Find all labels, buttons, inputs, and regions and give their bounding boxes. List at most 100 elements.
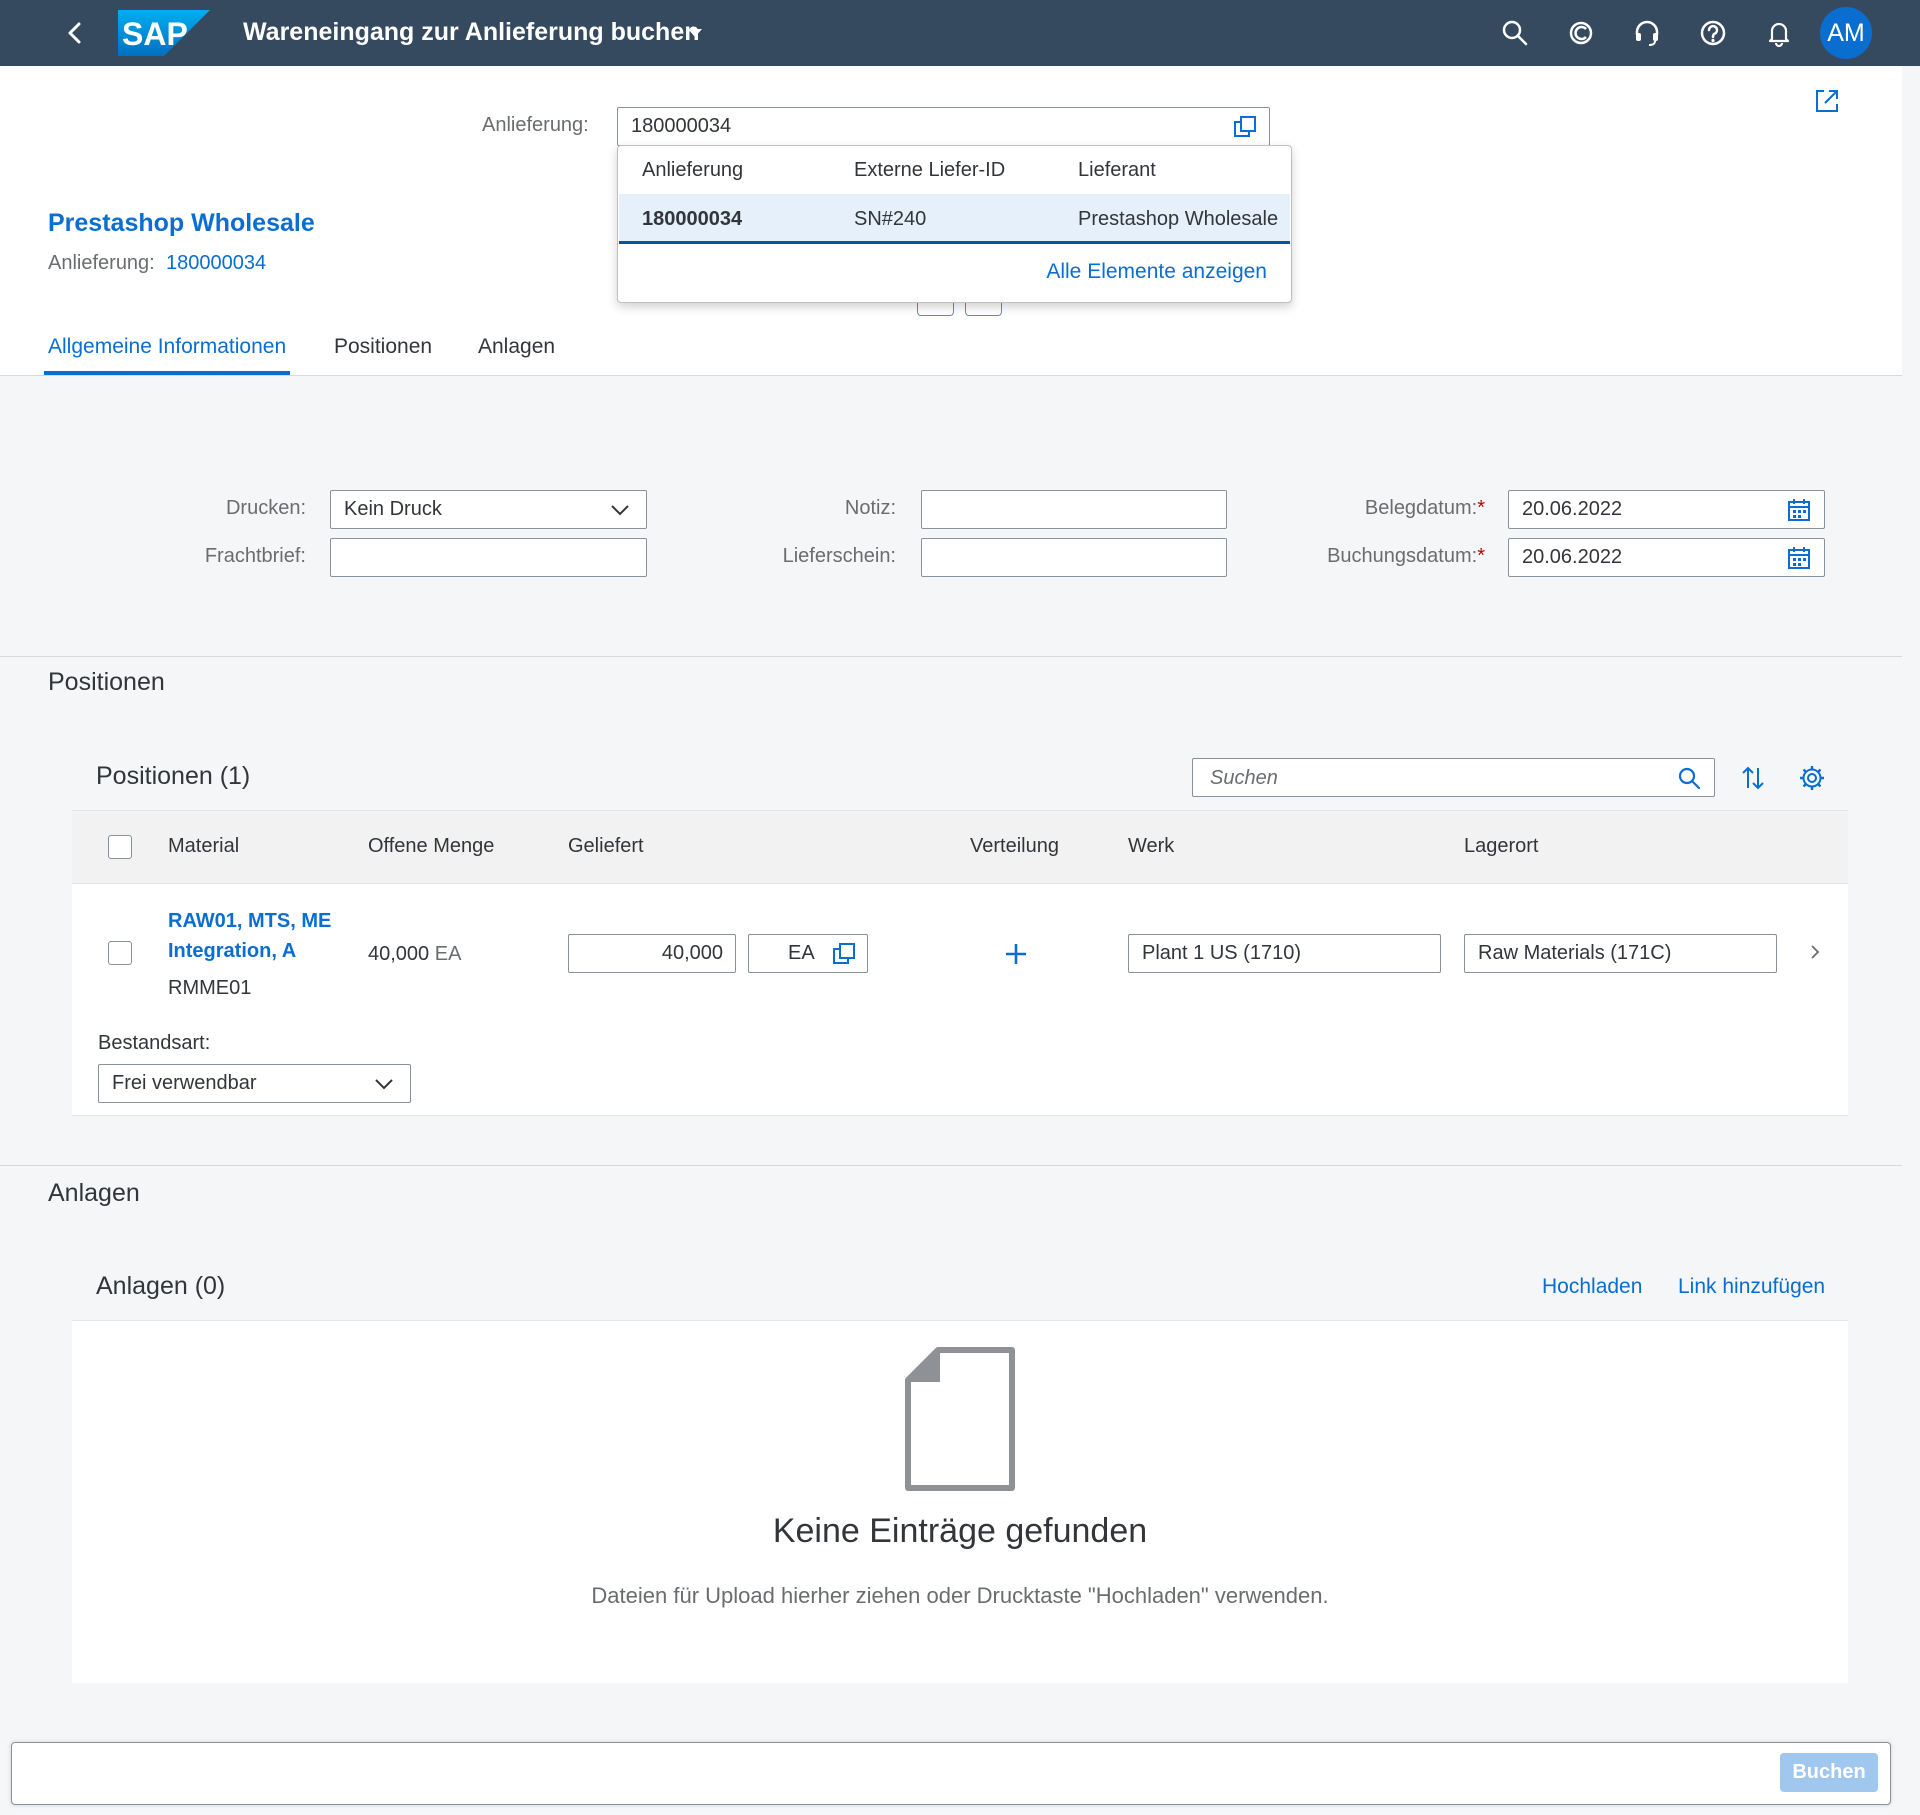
select-all-checkbox[interactable] [108,835,132,859]
drucken-value: Kein Druck [344,498,442,520]
belegdatum-label-text: Belegdatum: [1364,497,1478,519]
suggestion-column-anlieferung: Anlieferung [642,159,744,181]
user-avatar[interactable]: AM [1820,7,1872,59]
section-divider [0,1165,1902,1166]
help-icon[interactable] [1697,17,1729,49]
buchungsdatum-datepicker[interactable]: 20.06.2022 [1508,538,1825,577]
offene-menge-value: 40,000 [368,943,430,965]
bell-icon[interactable] [1763,17,1795,49]
shell-bar: SAP Wareneingang zur Anlieferung buchen … [0,0,1920,66]
anlieferung-input-value: 180000034 [631,115,732,137]
sap-logo[interactable]: SAP [118,10,210,56]
empty-state-text: Dateien für Upload hierher ziehen oder D… [591,1583,1329,1608]
offene-menge-unit: EA [434,943,462,965]
material-link[interactable]: RAW01, MTS, ME Integration, A [168,906,368,966]
sap-logo-text: SAP [122,16,188,52]
add-distribution-icon[interactable] [1002,940,1030,968]
settings-gear-icon[interactable] [1798,764,1826,792]
suggestion-column-externe-liefer-id: Externe Liefer-ID [854,159,1006,181]
chevron-down-icon[interactable] [609,499,631,521]
calendar-icon[interactable] [1786,545,1812,571]
section-divider [0,656,1902,657]
search-icon[interactable] [1499,17,1531,49]
tab-anlagen[interactable]: Anlagen [478,335,555,359]
sort-icon[interactable] [1739,764,1767,792]
show-all-link[interactable]: Alle Elemente anzeigen [1046,260,1267,284]
section-title-anlagen: Anlagen [48,1179,140,1207]
caret-down-icon[interactable] [684,22,706,44]
column-werk: Werk [1128,835,1175,857]
calendar-icon[interactable] [1786,497,1812,523]
tab-positionen[interactable]: Positionen [334,335,432,359]
drucken-label: Drucken: [225,497,306,519]
search-placeholder: Suchen [1210,767,1278,789]
anlieferung-label: Anlieferung: [482,114,589,136]
lieferschein-label: Lieferschein: [782,545,896,567]
suggestion-lieferant: Prestashop Wholesale [1078,208,1279,230]
required-mark: * [1477,497,1485,519]
anlieferung-input[interactable]: 180000034 [617,107,1270,146]
buchungsdatum-label-text: Buchungsdatum: [1327,545,1478,567]
lagerort-value: Raw Materials (171C) [1478,942,1672,964]
suggestion-column-lieferant: Lieferant [1078,159,1156,181]
share-icon[interactable] [1812,86,1842,116]
einheit-value: EA [788,942,815,964]
value-help-icon[interactable] [831,941,857,967]
werk-input[interactable]: Plant 1 US (1710) [1128,934,1441,973]
headset-icon[interactable] [1631,17,1663,49]
active-tab-indicator [44,371,290,375]
value-help-icon[interactable] [1232,114,1258,140]
column-lagerort: Lagerort [1464,835,1539,857]
lagerort-input[interactable]: Raw Materials (171C) [1464,934,1777,973]
buchungsdatum-label: Buchungsdatum:* [1300,545,1485,568]
werk-value: Plant 1 US (1710) [1142,942,1301,964]
footer-toolbar: Buchen [11,1742,1891,1805]
search-icon[interactable] [1676,765,1702,791]
section-title-positionen: Positionen [48,668,165,696]
suggestion-row[interactable]: 180000034 SN#240 Prestashop Wholesale [619,194,1290,244]
lieferschein-input[interactable] [921,538,1227,577]
object-subtitle-label: Anlieferung: [48,252,155,274]
material-name-line1: RAW01, MTS, ME [168,910,332,932]
notiz-input[interactable] [921,490,1227,529]
row-navigation-chevron-icon[interactable] [1805,942,1825,962]
suggestion-externe-id: SN#240 [854,208,927,230]
offene-menge: 40,000 EA [368,943,461,966]
object-title: Prestashop Wholesale [48,209,315,237]
belegdatum-label: Belegdatum:* [1300,497,1485,520]
row-checkbox[interactable] [108,941,132,965]
add-link-button[interactable]: Link hinzufügen [1678,1275,1825,1299]
column-geliefert: Geliefert [568,835,644,857]
table-title-positionen: Positionen (1) [96,762,251,790]
back-icon[interactable] [60,18,90,48]
column-verteilung: Verteilung [970,835,1059,857]
object-subtitle-link[interactable]: 180000034 [166,252,266,275]
bestandsart-select[interactable]: Frei verwendbar [98,1064,411,1103]
notiz-label: Notiz: [844,497,896,519]
copilot-icon[interactable] [1565,17,1597,49]
buchen-button[interactable]: Buchen [1780,1753,1878,1792]
column-material: Material [168,835,240,857]
required-mark: * [1477,545,1485,567]
belegdatum-value: 20.06.2022 [1522,498,1623,520]
frachtbrief-input[interactable] [330,538,647,577]
geliefert-value: 40,000 [661,942,723,964]
bestandsart-value: Frei verwendbar [112,1072,257,1094]
table-row[interactable]: RAW01, MTS, ME Integration, A RMME01 40,… [72,884,1848,1116]
upload-button[interactable]: Hochladen [1542,1275,1642,1299]
suggestion-anlieferung: 180000034 [642,208,743,230]
bestandsart-label: Bestandsart: [98,1032,211,1054]
app-title[interactable]: Wareneingang zur Anlieferung buchen [243,18,700,47]
geliefert-input[interactable]: 40,000 [568,934,736,973]
drucken-select[interactable]: Kein Druck [330,490,647,529]
material-name-line2: Integration, A [168,940,297,962]
belegdatum-datepicker[interactable]: 20.06.2022 [1508,490,1825,529]
table-header: Material Offene Menge Geliefert Verteilu… [72,810,1848,884]
positionen-search-input[interactable]: Suchen [1192,758,1715,797]
document-icon [905,1347,1015,1491]
tab-allgemeine-informationen[interactable]: Allgemeine Informationen [48,335,286,359]
empty-state-title: Keine Einträge gefunden [772,1512,1148,1550]
material-id: RMME01 [168,977,252,999]
table-title-anlagen: Anlagen (0) [96,1272,226,1300]
chevron-down-icon[interactable] [373,1073,395,1095]
